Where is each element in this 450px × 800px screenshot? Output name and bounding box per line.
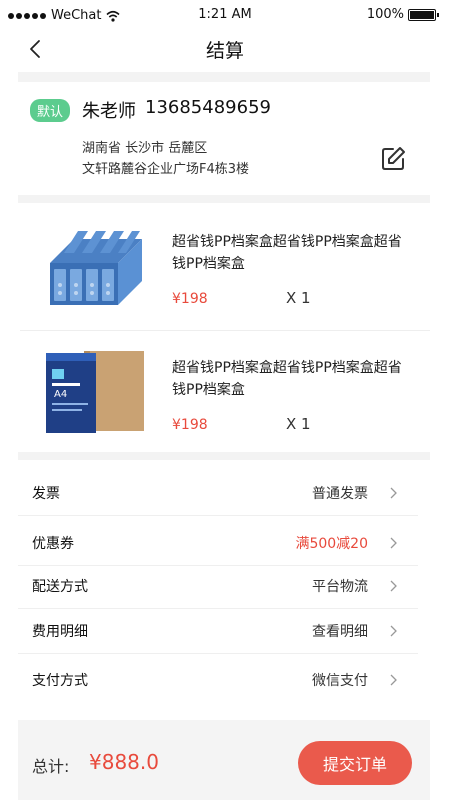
default-badge: 默认 [30,99,71,122]
recipient-name: 朱老师 [82,101,136,122]
product-item[interactable]: A4 超省钱PP档案盒超省钱PP档案盒超省钱PP档案盒 ¥198 X 1 [0,331,450,456]
chevron-right-icon [390,625,397,637]
total-label: 总计: [32,757,70,776]
row-label: 发票 [32,486,60,502]
page-title: 结算 [205,40,244,62]
section-divider [18,72,430,82]
row-label: 配送方式 [32,579,88,595]
payment-row[interactable]: 支付方式 微信支付 [18,655,418,703]
nav-bar: 结算 [0,30,450,70]
recipient-phone: 13685489659 [145,97,271,118]
address-detail: 文轩路麓谷企业广场F4栋3楼 [82,162,250,177]
row-value: 普通发票 [312,486,368,502]
row-value: 微信支付 [312,673,368,689]
row-value: 查看明细 [312,624,368,640]
battery-icon [408,8,439,21]
row-label: 支付方式 [32,673,88,689]
address-region: 湖南省 长沙市 岳麓区 [82,141,208,156]
product-quantity: X 1 [286,415,311,433]
product-item[interactable]: 超省钱PP档案盒超省钱PP档案盒超省钱PP档案盒 ¥198 X 1 [0,205,450,330]
section-divider [18,452,430,460]
status-right: 100% [366,7,439,22]
product-price: ¥198 [172,417,208,433]
row-value: 平台物流 [312,579,368,595]
file-organizer-image [50,231,142,305]
product-quantity: X 1 [286,289,311,307]
invoice-row[interactable]: 发票 普通发票 [18,468,418,516]
delivery-row[interactable]: 配送方式 平台物流 [18,561,418,609]
chevron-right-icon [390,537,397,549]
product-price: ¥198 [172,291,208,307]
a4-paper-box-image: A4 [46,351,144,433]
chevron-right-icon [390,580,397,592]
submit-order-button[interactable]: 提交订单 [298,741,412,785]
product-name: 超省钱PP档案盒超省钱PP档案盒超省钱PP档案盒 [172,360,402,398]
product-name: 超省钱PP档案盒超省钱PP档案盒超省钱PP档案盒 [172,234,402,272]
fee-detail-row[interactable]: 费用明细 查看明细 [18,606,418,654]
address-card[interactable]: 默认 朱老师 13685489659 湖南省 长沙市 岳麓区 文轩路麓谷企业广场… [0,85,450,195]
chevron-right-icon [390,674,397,686]
row-label: 优惠券 [32,536,74,552]
checkout-bar: 总计: ¥888.0 提交订单 [18,720,430,800]
chevron-right-icon [390,487,397,499]
section-divider [18,195,430,203]
battery-percent: 100% [366,7,404,22]
row-label: 费用明细 [32,624,88,640]
status-bar: WeChat 1:21 AM 100% [0,0,450,30]
coupon-row[interactable]: 优惠券 满500减20 [18,518,418,566]
row-value: 满500减20 [295,536,368,552]
edit-icon[interactable] [379,145,407,173]
svg-text:A4: A4 [54,389,67,400]
total-amount: ¥888.0 [89,750,159,774]
